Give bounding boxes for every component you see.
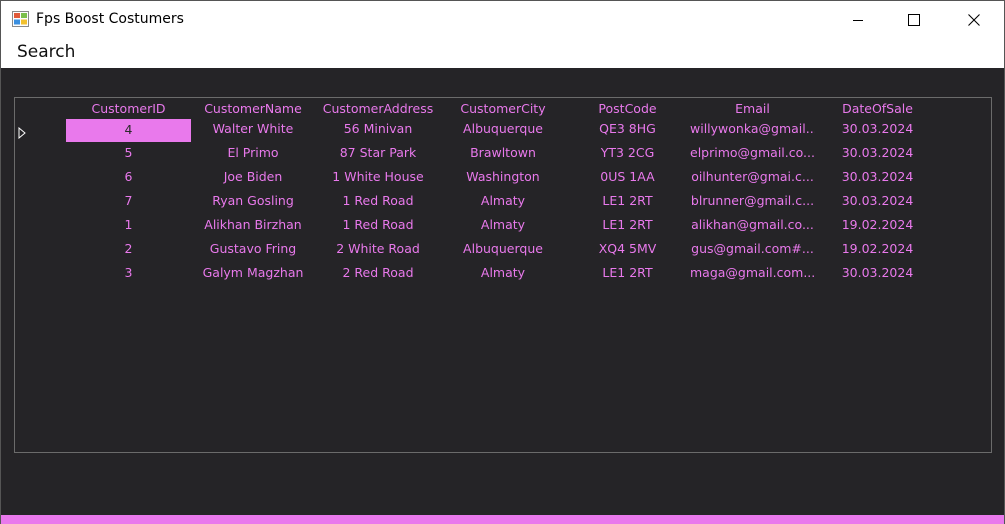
table-cell[interactable]: gus@gmail.com#...: [690, 238, 815, 262]
table-cell[interactable]: 30.03.2024: [815, 118, 940, 142]
menu-bar: Search: [1, 38, 1004, 68]
table-cell[interactable]: Almaty: [441, 190, 565, 214]
main-window: Fps Boost Costumers Search CustomerID Cu…: [0, 0, 1005, 524]
app-windows-icon: [12, 11, 29, 27]
table-cell[interactable]: 30.03.2024: [815, 190, 940, 214]
table-cell[interactable]: LE1 2RT: [565, 190, 690, 214]
table-cell[interactable]: 56 Minivan: [315, 118, 441, 142]
table-cell[interactable]: 1 Red Road: [315, 214, 441, 238]
table-cell[interactable]: 30.03.2024: [815, 166, 940, 190]
table-cell[interactable]: Brawltown: [441, 142, 565, 166]
table-row[interactable]: 2 Gustavo Fring 2 White Road Albuquerque…: [15, 238, 991, 262]
table-cell[interactable]: Albuquerque: [441, 238, 565, 262]
table-cell[interactable]: 2 White Road: [315, 238, 441, 262]
table-cell[interactable]: 1 White House: [315, 166, 441, 190]
table-row[interactable]: 6 Joe Biden 1 White House Washington 0US…: [15, 166, 991, 190]
menu-search[interactable]: Search: [17, 42, 75, 62]
table-cell[interactable]: Walter White: [191, 118, 315, 142]
table-cell[interactable]: 0US 1AA: [565, 166, 690, 190]
table-cell[interactable]: 4: [66, 119, 191, 142]
table-cell[interactable]: Albuquerque: [441, 118, 565, 142]
minimize-icon: [852, 14, 864, 26]
table-cell[interactable]: 30.03.2024: [815, 262, 940, 286]
table-row[interactable]: 5 El Primo 87 Star Park Brawltown YT3 2C…: [15, 142, 991, 166]
minimize-button[interactable]: [835, 1, 881, 38]
table-row[interactable]: 7 Ryan Gosling 1 Red Road Almaty LE1 2RT…: [15, 190, 991, 214]
table-cell[interactable]: oilhunter@gmai.c...: [690, 166, 815, 190]
table-cell[interactable]: Joe Biden: [191, 166, 315, 190]
table-cell[interactable]: willywonka@gmail....: [690, 118, 815, 142]
table-cell[interactable]: YT3 2CG: [565, 142, 690, 166]
title-bar[interactable]: Fps Boost Costumers: [1, 1, 1004, 38]
table-row[interactable]: 3 Galym Magzhan 2 Red Road Almaty LE1 2R…: [15, 262, 991, 286]
table-cell[interactable]: Galym Magzhan: [191, 262, 315, 286]
table-cell[interactable]: 1: [66, 214, 191, 238]
table-cell[interactable]: 1 Red Road: [315, 190, 441, 214]
table-cell[interactable]: LE1 2RT: [565, 214, 690, 238]
table-cell[interactable]: Almaty: [441, 214, 565, 238]
table-cell[interactable]: 19.02.2024: [815, 238, 940, 262]
bottom-accent-bar: [1, 515, 1004, 524]
row-pointer-icon: [18, 124, 26, 140]
table-cell[interactable]: El Primo: [191, 142, 315, 166]
table-cell[interactable]: Washington: [441, 166, 565, 190]
table-cell[interactable]: elprimo@gmail.co...: [690, 142, 815, 166]
table-cell[interactable]: Ryan Gosling: [191, 190, 315, 214]
table-cell[interactable]: LE1 2RT: [565, 262, 690, 286]
close-icon: [968, 13, 980, 26]
table-row[interactable]: 1 Alikhan Birzhan 1 Red Road Almaty LE1 …: [15, 214, 991, 238]
table-cell[interactable]: 5: [66, 142, 191, 166]
table-cell[interactable]: Alikhan Birzhan: [191, 214, 315, 238]
maximize-icon: [908, 13, 920, 26]
table-cell[interactable]: alikhan@gmail.co...: [690, 214, 815, 238]
table-cell[interactable]: 2 Red Road: [315, 262, 441, 286]
table-cell[interactable]: XQ4 5MV: [565, 238, 690, 262]
close-button[interactable]: [951, 1, 997, 38]
table-cell[interactable]: 87 Star Park: [315, 142, 441, 166]
maximize-button[interactable]: [891, 1, 937, 38]
table-cell[interactable]: 3: [66, 262, 191, 286]
customers-grid[interactable]: CustomerID CustomerName CustomerAddress …: [14, 97, 992, 453]
window-title: Fps Boost Costumers: [36, 11, 184, 27]
table-cell[interactable]: blrunner@gmail.c...: [690, 190, 815, 214]
table-cell[interactable]: 6: [66, 166, 191, 190]
table-cell[interactable]: 2: [66, 238, 191, 262]
table-cell[interactable]: 7: [66, 190, 191, 214]
table-cell[interactable]: QE3 8HG: [565, 118, 690, 142]
table-cell[interactable]: maga@gmail.com...: [690, 262, 815, 286]
table-cell[interactable]: 30.03.2024: [815, 142, 940, 166]
table-cell[interactable]: Almaty: [441, 262, 565, 286]
table-cell[interactable]: Gustavo Fring: [191, 238, 315, 262]
table-row[interactable]: 4 Walter White 56 Minivan Albuquerque QE…: [15, 118, 991, 142]
table-cell[interactable]: 19.02.2024: [815, 214, 940, 238]
